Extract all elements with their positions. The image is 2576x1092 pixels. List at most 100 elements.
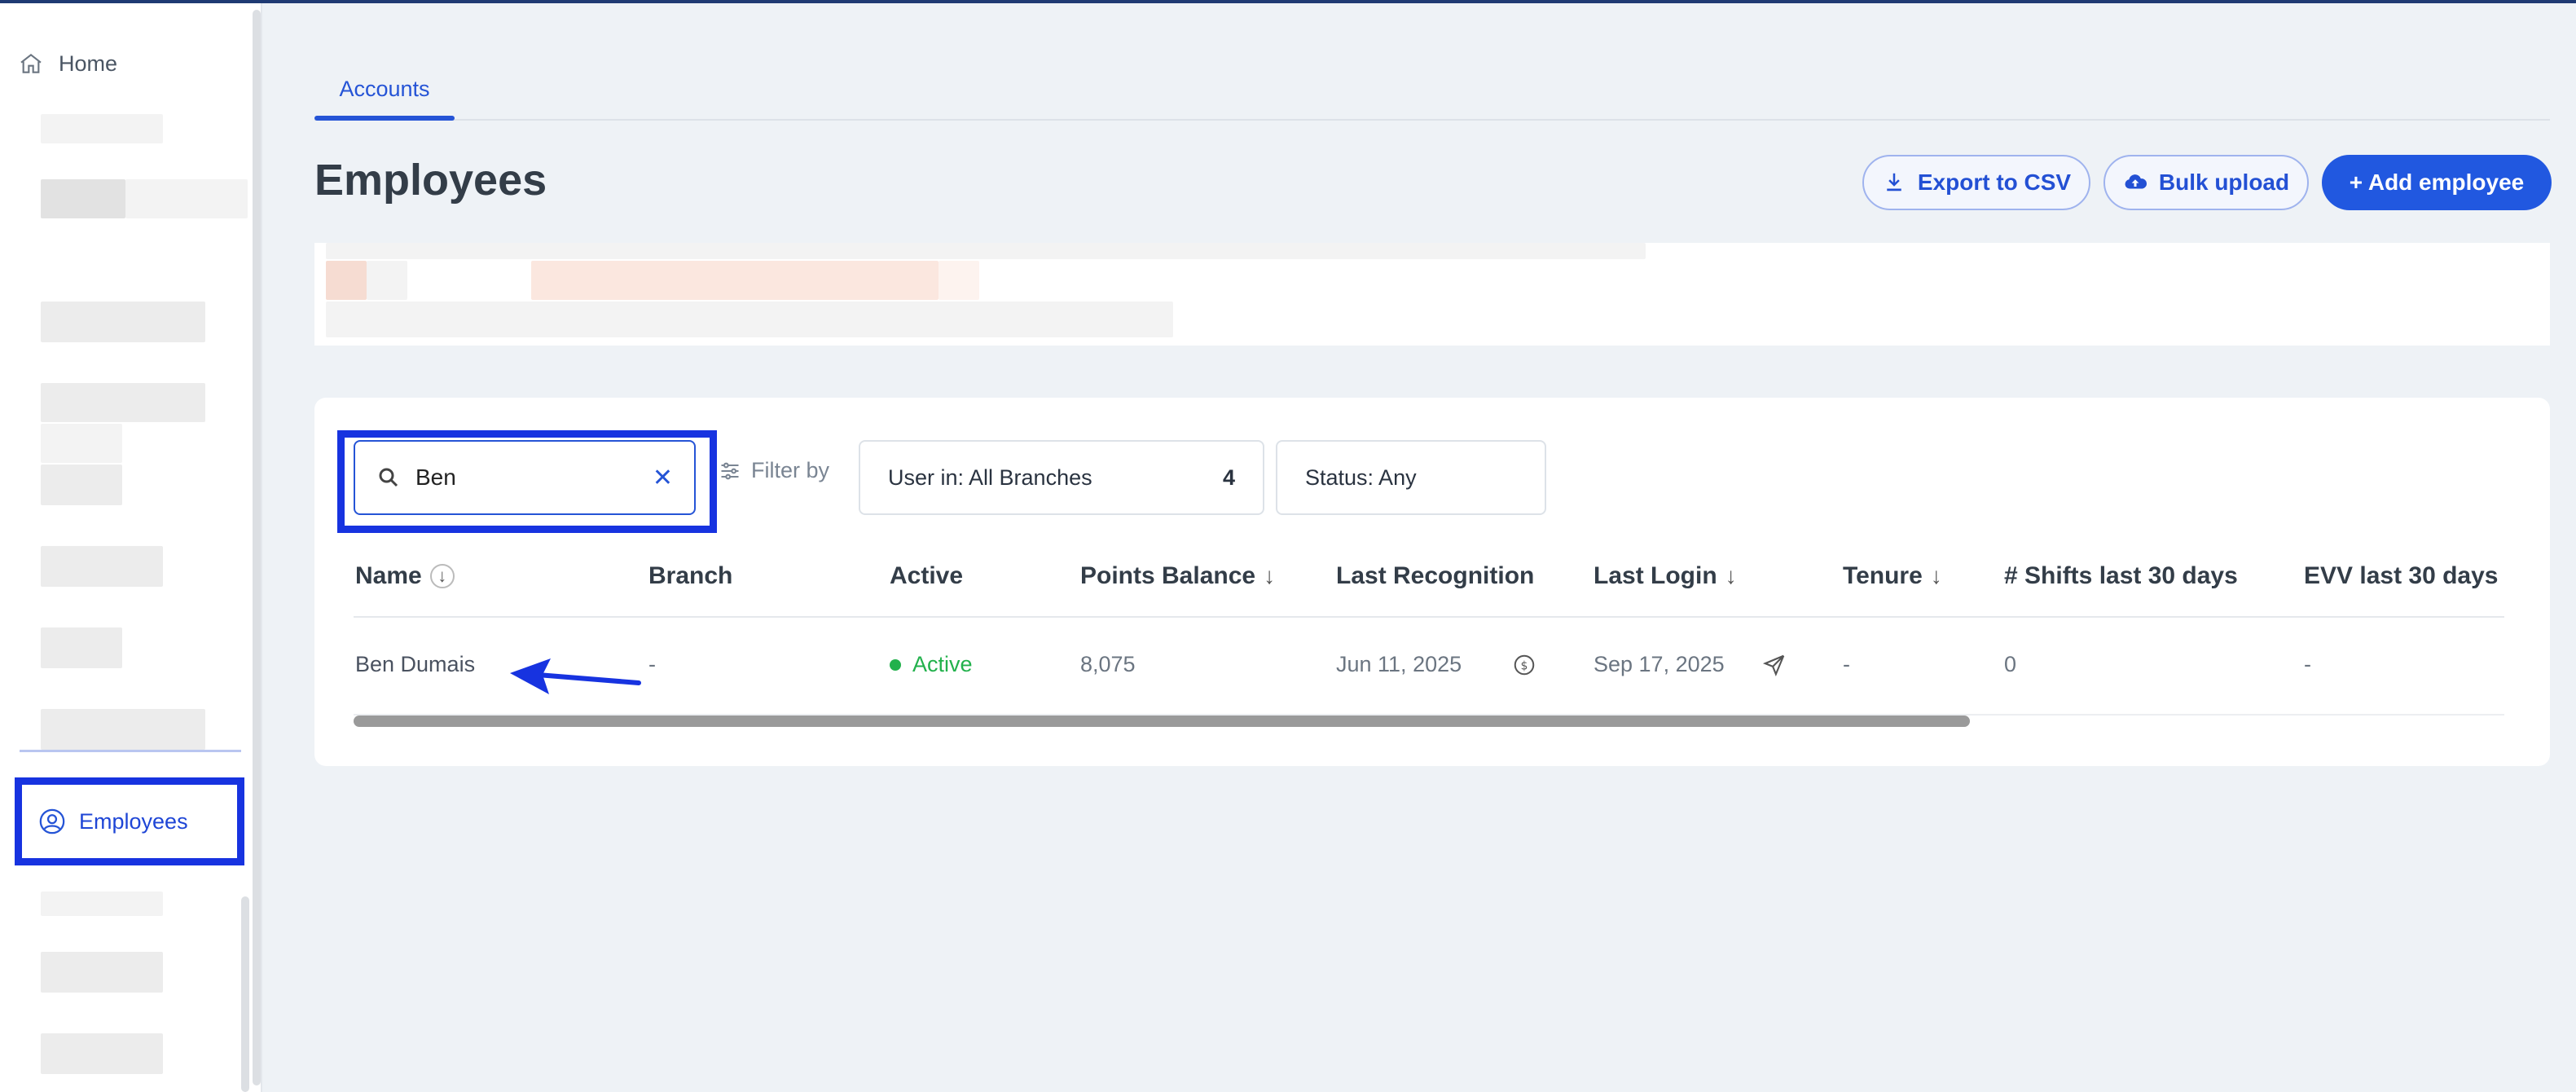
redacted-nav-item [41,465,122,505]
column-header-label: Last Recognition [1336,562,1535,589]
bulk-upload-button[interactable]: Bulk upload [2103,155,2309,210]
tab-accounts[interactable]: Accounts [314,72,455,122]
branch-value: - [648,652,656,676]
branches-filter-dropdown[interactable]: User in: All Branches 4 [859,440,1264,515]
export-csv-label: Export to CSV [1917,170,2072,195]
status-badge: Active [912,652,973,676]
user-circle-icon [39,808,65,834]
sidebar-scrollbar-lower[interactable] [241,896,249,1092]
cell-evv: - [2304,652,2311,677]
annotation-arrow-icon [510,658,641,694]
home-icon [20,53,42,73]
filter-by-button[interactable]: Filter by [719,458,829,483]
coin-icon[interactable]: $ [1512,653,1536,677]
tenure-value: - [1843,652,1850,676]
sidebar-item-employees[interactable]: Employees [15,777,244,865]
sort-down-icon[interactable]: ↓ [1931,563,1942,589]
shifts-value: 0 [2004,652,2017,676]
page-title: Employees [314,156,547,205]
add-employee-button[interactable]: + Add employee [2322,155,2552,210]
redacted-text [531,261,939,300]
download-icon [1887,173,1901,192]
column-header-label: EVV last 30 days [2304,562,2499,589]
search-input[interactable] [415,465,619,491]
status-dot [890,658,901,671]
sidebar-item-label: Home [59,51,118,76]
top-border [0,0,2576,3]
redacted-nav-item [41,179,125,218]
redacted-text [326,261,367,300]
column-header-last-login[interactable]: Last Login ↓ [1594,562,1737,590]
sidebar-divider [20,750,241,752]
cell-active: Active [890,652,973,677]
redacted-nav-item [41,1033,163,1074]
last-login-value: Sep 17, 2025 [1594,652,1725,676]
info-banner [314,243,2550,346]
cell-shifts: 0 [2004,652,2016,677]
filter-by-label: Filter by [751,458,830,482]
redacted-text [326,243,1646,259]
cell-points: 8,075 [1080,652,1136,677]
redacted-nav-item [41,546,163,587]
send-icon[interactable] [1762,653,1787,677]
column-header-label: Tenure [1843,562,1923,589]
search-icon [379,468,398,487]
sidebar: Home [0,3,262,1092]
redacted-nav-item [41,383,205,422]
column-header-evv[interactable]: EVV last 30 days [2304,562,2504,590]
cloud-upload-icon [2125,174,2147,189]
cell-name[interactable]: Ben Dumais [355,652,475,677]
column-header-name[interactable]: Name ↓ [355,562,455,590]
redacted-nav-item [41,892,163,916]
column-header-shifts[interactable]: # Shifts last 30 days [2004,562,2238,590]
column-header-label: Active [890,562,964,589]
search-field[interactable]: ✕ [354,440,696,515]
points-value: 8,075 [1080,652,1136,676]
status-filter-label: Status: Any [1305,465,1417,490]
column-header-points-balance[interactable]: Points Balance ↓ [1080,562,1275,590]
branches-count: 4 [1222,465,1235,490]
sort-down-icon[interactable]: ↓ [1725,563,1737,589]
cell-tenure: - [1843,652,1850,677]
svg-text:$: $ [1521,659,1528,672]
redacted-nav-item [41,952,163,993]
redacted-text [367,261,407,300]
sort-down-icon[interactable]: ↓ [1264,563,1275,589]
branches-filter-label: User in: All Branches [888,465,1092,490]
active-tab-indicator [314,116,455,121]
redacted-nav-item [41,627,122,668]
cell-last-login: Sep 17, 2025 [1594,652,1787,677]
redacted-text [326,302,1173,337]
add-employee-label: + Add employee [2349,170,2525,195]
redacted-text [939,261,979,300]
cell-branch: - [648,652,656,677]
sidebar-item-home[interactable]: Home [18,51,117,77]
column-header-active[interactable]: Active [890,562,963,590]
column-header-label: Points Balance [1080,562,1256,589]
column-header-tenure[interactable]: Tenure ↓ [1843,562,1942,590]
redacted-nav-item [41,424,122,463]
sidebar-item-label: Employees [79,808,188,834]
column-header-label: Last Login [1594,562,1717,589]
column-header-last-recognition[interactable]: Last Recognition [1336,562,1534,590]
column-header-label: Branch [648,562,733,589]
redacted-nav-item [125,179,248,218]
redacted-nav-item [41,114,163,143]
redacted-nav-item [41,709,205,750]
tab-bar-divider [314,119,2550,121]
cell-last-recognition: Jun 11, 2025 $ [1336,652,1536,677]
table-horizontal-scrollbar[interactable] [354,716,1970,727]
last-recognition-value: Jun 11, 2025 [1336,652,1462,676]
column-header-branch[interactable]: Branch [648,562,732,590]
column-header-label: Name [355,562,422,589]
sort-down-icon[interactable]: ↓ [429,564,455,588]
export-csv-button[interactable]: Export to CSV [1862,155,2090,210]
status-filter-dropdown[interactable]: Status: Any [1276,440,1546,515]
employee-name-link[interactable]: Ben Dumais [355,652,475,677]
sliders-icon [721,462,739,479]
column-header-label: # Shifts last 30 days [2004,562,2238,589]
sidebar-scrollbar[interactable] [253,10,261,1085]
clear-search-icon[interactable]: ✕ [653,464,673,492]
evv-value: - [2304,652,2311,676]
redacted-nav-item [41,302,205,342]
